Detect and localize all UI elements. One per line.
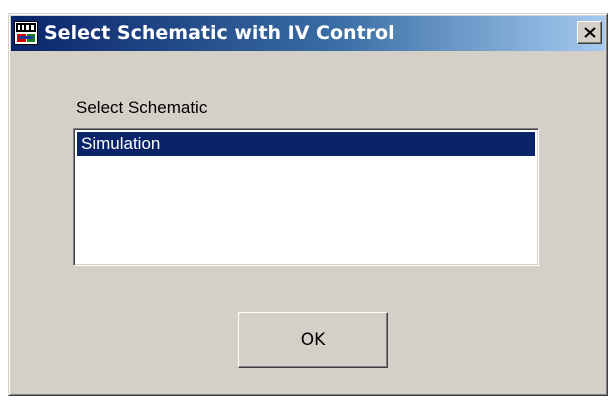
title-bar[interactable]: Select Schematic with IV Control (11, 16, 605, 51)
app-window-icon (14, 21, 38, 45)
ok-button[interactable]: OK (238, 312, 388, 368)
schematic-list-item-simulation[interactable]: Simulation (77, 132, 535, 156)
window-title: Select Schematic with IV Control (44, 22, 395, 44)
dialog-window: Select Schematic with IV Control Select … (8, 13, 608, 396)
close-button[interactable] (577, 21, 602, 44)
schematic-listbox[interactable]: Simulation (73, 128, 539, 266)
select-schematic-label: Select Schematic (76, 98, 208, 117)
close-icon (583, 27, 596, 38)
